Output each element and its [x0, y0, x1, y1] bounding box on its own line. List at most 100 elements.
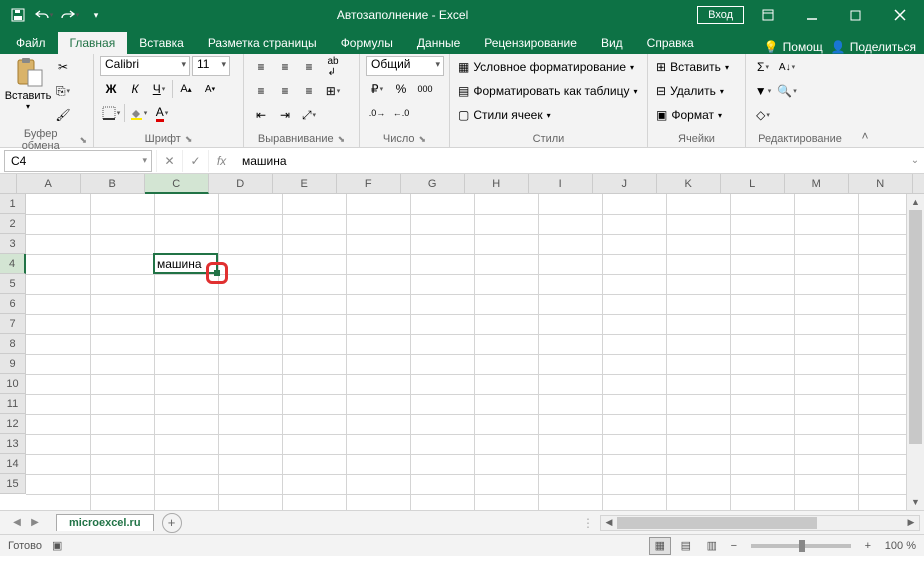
- paste-button[interactable]: Вставить ▾: [6, 56, 50, 111]
- cut-icon[interactable]: ✂: [52, 56, 74, 78]
- zoom-in-icon[interactable]: +: [861, 540, 875, 552]
- column-header[interactable]: K: [657, 174, 721, 194]
- scroll-right-icon[interactable]: ▶: [903, 517, 919, 528]
- column-header[interactable]: M: [785, 174, 849, 194]
- save-icon[interactable]: [6, 3, 30, 27]
- clear-icon[interactable]: ◇: [752, 104, 774, 126]
- percent-icon[interactable]: %: [390, 78, 412, 100]
- row-header[interactable]: 9: [0, 354, 26, 374]
- sheet-nav-next-icon[interactable]: ▶: [26, 517, 44, 528]
- normal-view-icon[interactable]: ▦: [649, 537, 671, 555]
- increase-decimal-icon[interactable]: .0→: [366, 102, 388, 124]
- align-middle-icon[interactable]: ≡: [274, 56, 296, 78]
- column-header[interactable]: C: [145, 174, 209, 194]
- copy-icon[interactable]: ⎘: [52, 80, 74, 102]
- tab-view[interactable]: Вид: [589, 32, 635, 54]
- wrap-text-icon[interactable]: ab↲: [322, 56, 344, 78]
- font-size-select[interactable]: 11: [192, 56, 230, 76]
- name-box[interactable]: C4: [4, 150, 152, 172]
- column-header[interactable]: H: [465, 174, 529, 194]
- row-header[interactable]: 13: [0, 434, 26, 454]
- increase-font-icon[interactable]: A▴: [175, 78, 197, 100]
- sort-filter-icon[interactable]: A↓: [776, 56, 798, 78]
- sheet-tab[interactable]: microexcel.ru: [56, 514, 154, 531]
- zoom-out-icon[interactable]: −: [727, 540, 741, 552]
- zoom-slider[interactable]: [751, 544, 851, 548]
- collapse-ribbon-icon[interactable]: ˄: [854, 54, 876, 147]
- autosum-icon[interactable]: Σ: [752, 56, 774, 78]
- format-as-table-button[interactable]: ▤Форматировать как таблицу▾: [456, 80, 640, 102]
- alignment-launcher-icon[interactable]: ⬊: [338, 134, 346, 145]
- font-launcher-icon[interactable]: ⬊: [185, 134, 193, 145]
- undo-icon[interactable]: [32, 3, 56, 27]
- page-layout-view-icon[interactable]: ▤: [675, 537, 697, 555]
- tab-home[interactable]: Главная: [58, 32, 128, 54]
- number-format-select[interactable]: Общий: [366, 56, 444, 76]
- border-icon[interactable]: [100, 102, 122, 124]
- accounting-format-icon[interactable]: ₽: [366, 78, 388, 100]
- row-header[interactable]: 11: [0, 394, 26, 414]
- qat-customize-icon[interactable]: ▾: [84, 3, 108, 27]
- row-header[interactable]: 7: [0, 314, 26, 334]
- column-header[interactable]: N: [849, 174, 913, 194]
- font-name-select[interactable]: Calibri: [100, 56, 190, 76]
- column-header[interactable]: I: [529, 174, 593, 194]
- hscroll-thumb[interactable]: [617, 517, 817, 529]
- increase-indent-icon[interactable]: ⇥: [274, 104, 296, 126]
- split-handle[interactable]: ⋮: [582, 516, 594, 530]
- select-all-corner[interactable]: [0, 174, 17, 194]
- merge-icon[interactable]: ⊞: [322, 80, 344, 102]
- decrease-font-icon[interactable]: A▾: [199, 78, 221, 100]
- align-center-icon[interactable]: ≡: [274, 80, 296, 102]
- column-header[interactable]: D: [209, 174, 273, 194]
- decrease-decimal-icon[interactable]: ←.0: [390, 102, 412, 124]
- row-header[interactable]: 14: [0, 454, 26, 474]
- tab-data[interactable]: Данные: [405, 32, 472, 54]
- page-break-view-icon[interactable]: ▥: [701, 537, 723, 555]
- tab-layout[interactable]: Разметка страницы: [196, 32, 329, 54]
- column-header[interactable]: E: [273, 174, 337, 194]
- tab-insert[interactable]: Вставка: [127, 32, 196, 54]
- delete-cells-button[interactable]: ⊟Удалить▾: [654, 80, 731, 102]
- cell-styles-button[interactable]: ▢Стили ячеек▾: [456, 104, 640, 126]
- align-right-icon[interactable]: ≡: [298, 80, 320, 102]
- row-header[interactable]: 8: [0, 334, 26, 354]
- zoom-slider-thumb[interactable]: [799, 540, 805, 552]
- clipboard-launcher-icon[interactable]: ⬊: [79, 135, 87, 146]
- row-header[interactable]: 10: [0, 374, 26, 394]
- maximize-icon[interactable]: [836, 0, 876, 30]
- scroll-left-icon[interactable]: ◀: [601, 517, 617, 528]
- row-header[interactable]: 12: [0, 414, 26, 434]
- font-color-icon[interactable]: A: [151, 102, 173, 124]
- tab-formulas[interactable]: Формулы: [329, 32, 405, 54]
- scroll-down-icon[interactable]: ▼: [907, 494, 924, 510]
- align-top-icon[interactable]: ≡: [250, 56, 272, 78]
- tab-file[interactable]: Файл: [4, 32, 58, 54]
- row-header[interactable]: 4: [0, 254, 26, 274]
- format-cells-button[interactable]: ▣Формат▾: [654, 104, 731, 126]
- tab-help[interactable]: Справка: [635, 32, 706, 54]
- number-launcher-icon[interactable]: ⬊: [419, 134, 427, 145]
- align-bottom-icon[interactable]: ≡: [298, 56, 320, 78]
- find-select-icon[interactable]: 🔍: [776, 80, 798, 102]
- macro-record-icon[interactable]: ▣: [52, 539, 62, 552]
- align-left-icon[interactable]: ≡: [250, 80, 272, 102]
- row-header[interactable]: 5: [0, 274, 26, 294]
- ribbon-display-icon[interactable]: [748, 0, 788, 30]
- row-header[interactable]: 15: [0, 474, 26, 494]
- row-header[interactable]: 2: [0, 214, 26, 234]
- bold-icon[interactable]: Ж: [100, 78, 122, 100]
- fill-icon[interactable]: ▼: [752, 80, 774, 102]
- column-header[interactable]: A: [17, 174, 81, 194]
- sheet-nav-prev-icon[interactable]: ◀: [8, 517, 26, 528]
- cancel-formula-icon[interactable]: ✕: [156, 150, 182, 172]
- close-icon[interactable]: [880, 0, 920, 30]
- fill-color-icon[interactable]: [127, 102, 149, 124]
- column-header[interactable]: J: [593, 174, 657, 194]
- comma-icon[interactable]: 000: [414, 78, 436, 100]
- cells-area[interactable]: машина: [26, 194, 906, 510]
- formula-input[interactable]: [234, 150, 906, 172]
- login-button[interactable]: Вход: [697, 6, 744, 24]
- insert-cells-button[interactable]: ⊞Вставить▾: [654, 56, 731, 78]
- enter-formula-icon[interactable]: ✓: [182, 150, 208, 172]
